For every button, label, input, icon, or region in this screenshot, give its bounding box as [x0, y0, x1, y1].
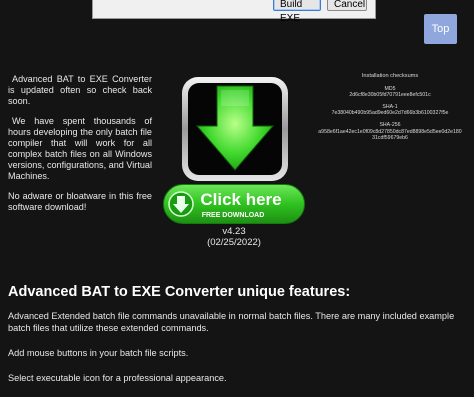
intro-update-note: Advanced BAT to EXE Converter is updated… — [8, 74, 152, 106]
intro-description: We have spent thousands of hours develop… — [8, 116, 152, 181]
feature-item: Advanced Extended batch file commands un… — [8, 311, 455, 333]
build-exe-button[interactable]: Build EXE — [273, 0, 321, 24]
intro-no-adware: No adware or bloatware in this free soft… — [8, 191, 152, 212]
feature-item: Select executable icon for a professiona… — [8, 373, 227, 383]
click-here-label: Click here — [200, 190, 281, 209]
intro-text: Advanced BAT to EXE Converter is updated… — [8, 74, 152, 222]
sha1-label: SHA-1 — [382, 103, 398, 110]
checksums-title: Installation checksums — [361, 73, 419, 79]
click-here-download-button[interactable]: Click here FREE DOWNLOAD — [163, 184, 305, 224]
features-section: Advanced BAT to EXE Converter unique fea… — [8, 284, 468, 397]
sha256-label: SHA-256 — [379, 121, 401, 128]
release-date: (02/25/2022) — [207, 237, 261, 248]
version-info: v4.23 (02/25/2022) — [196, 226, 272, 248]
feature-item: Add mouse buttons in your batch file scr… — [8, 348, 189, 358]
download-arrow-icon[interactable] — [181, 76, 289, 182]
sha1-value: 7e38040b490b95ad9ed60e2d7d66b3b6100327f5… — [331, 110, 449, 117]
version-number: v4.23 — [222, 226, 246, 237]
md5-value: 2d6cf8e30b05fd70791eee8efc501c — [349, 92, 431, 99]
build-dialog-fragment: Build EXE Cancel — [92, 0, 376, 24]
cancel-button[interactable]: Cancel — [327, 0, 367, 11]
sha256-value: a958e6f1ae42ec1e0f09c8d27850dc87ed8898e5… — [318, 128, 462, 142]
top-button[interactable]: Top — [424, 14, 457, 44]
md5-label: MD5 — [384, 85, 396, 92]
free-download-label: FREE DOWNLOAD — [202, 212, 265, 219]
features-heading: Advanced BAT to EXE Converter unique fea… — [8, 284, 351, 300]
checksums-panel: Installation checksums MD5 2d6cf8e30b05f… — [318, 73, 462, 142]
